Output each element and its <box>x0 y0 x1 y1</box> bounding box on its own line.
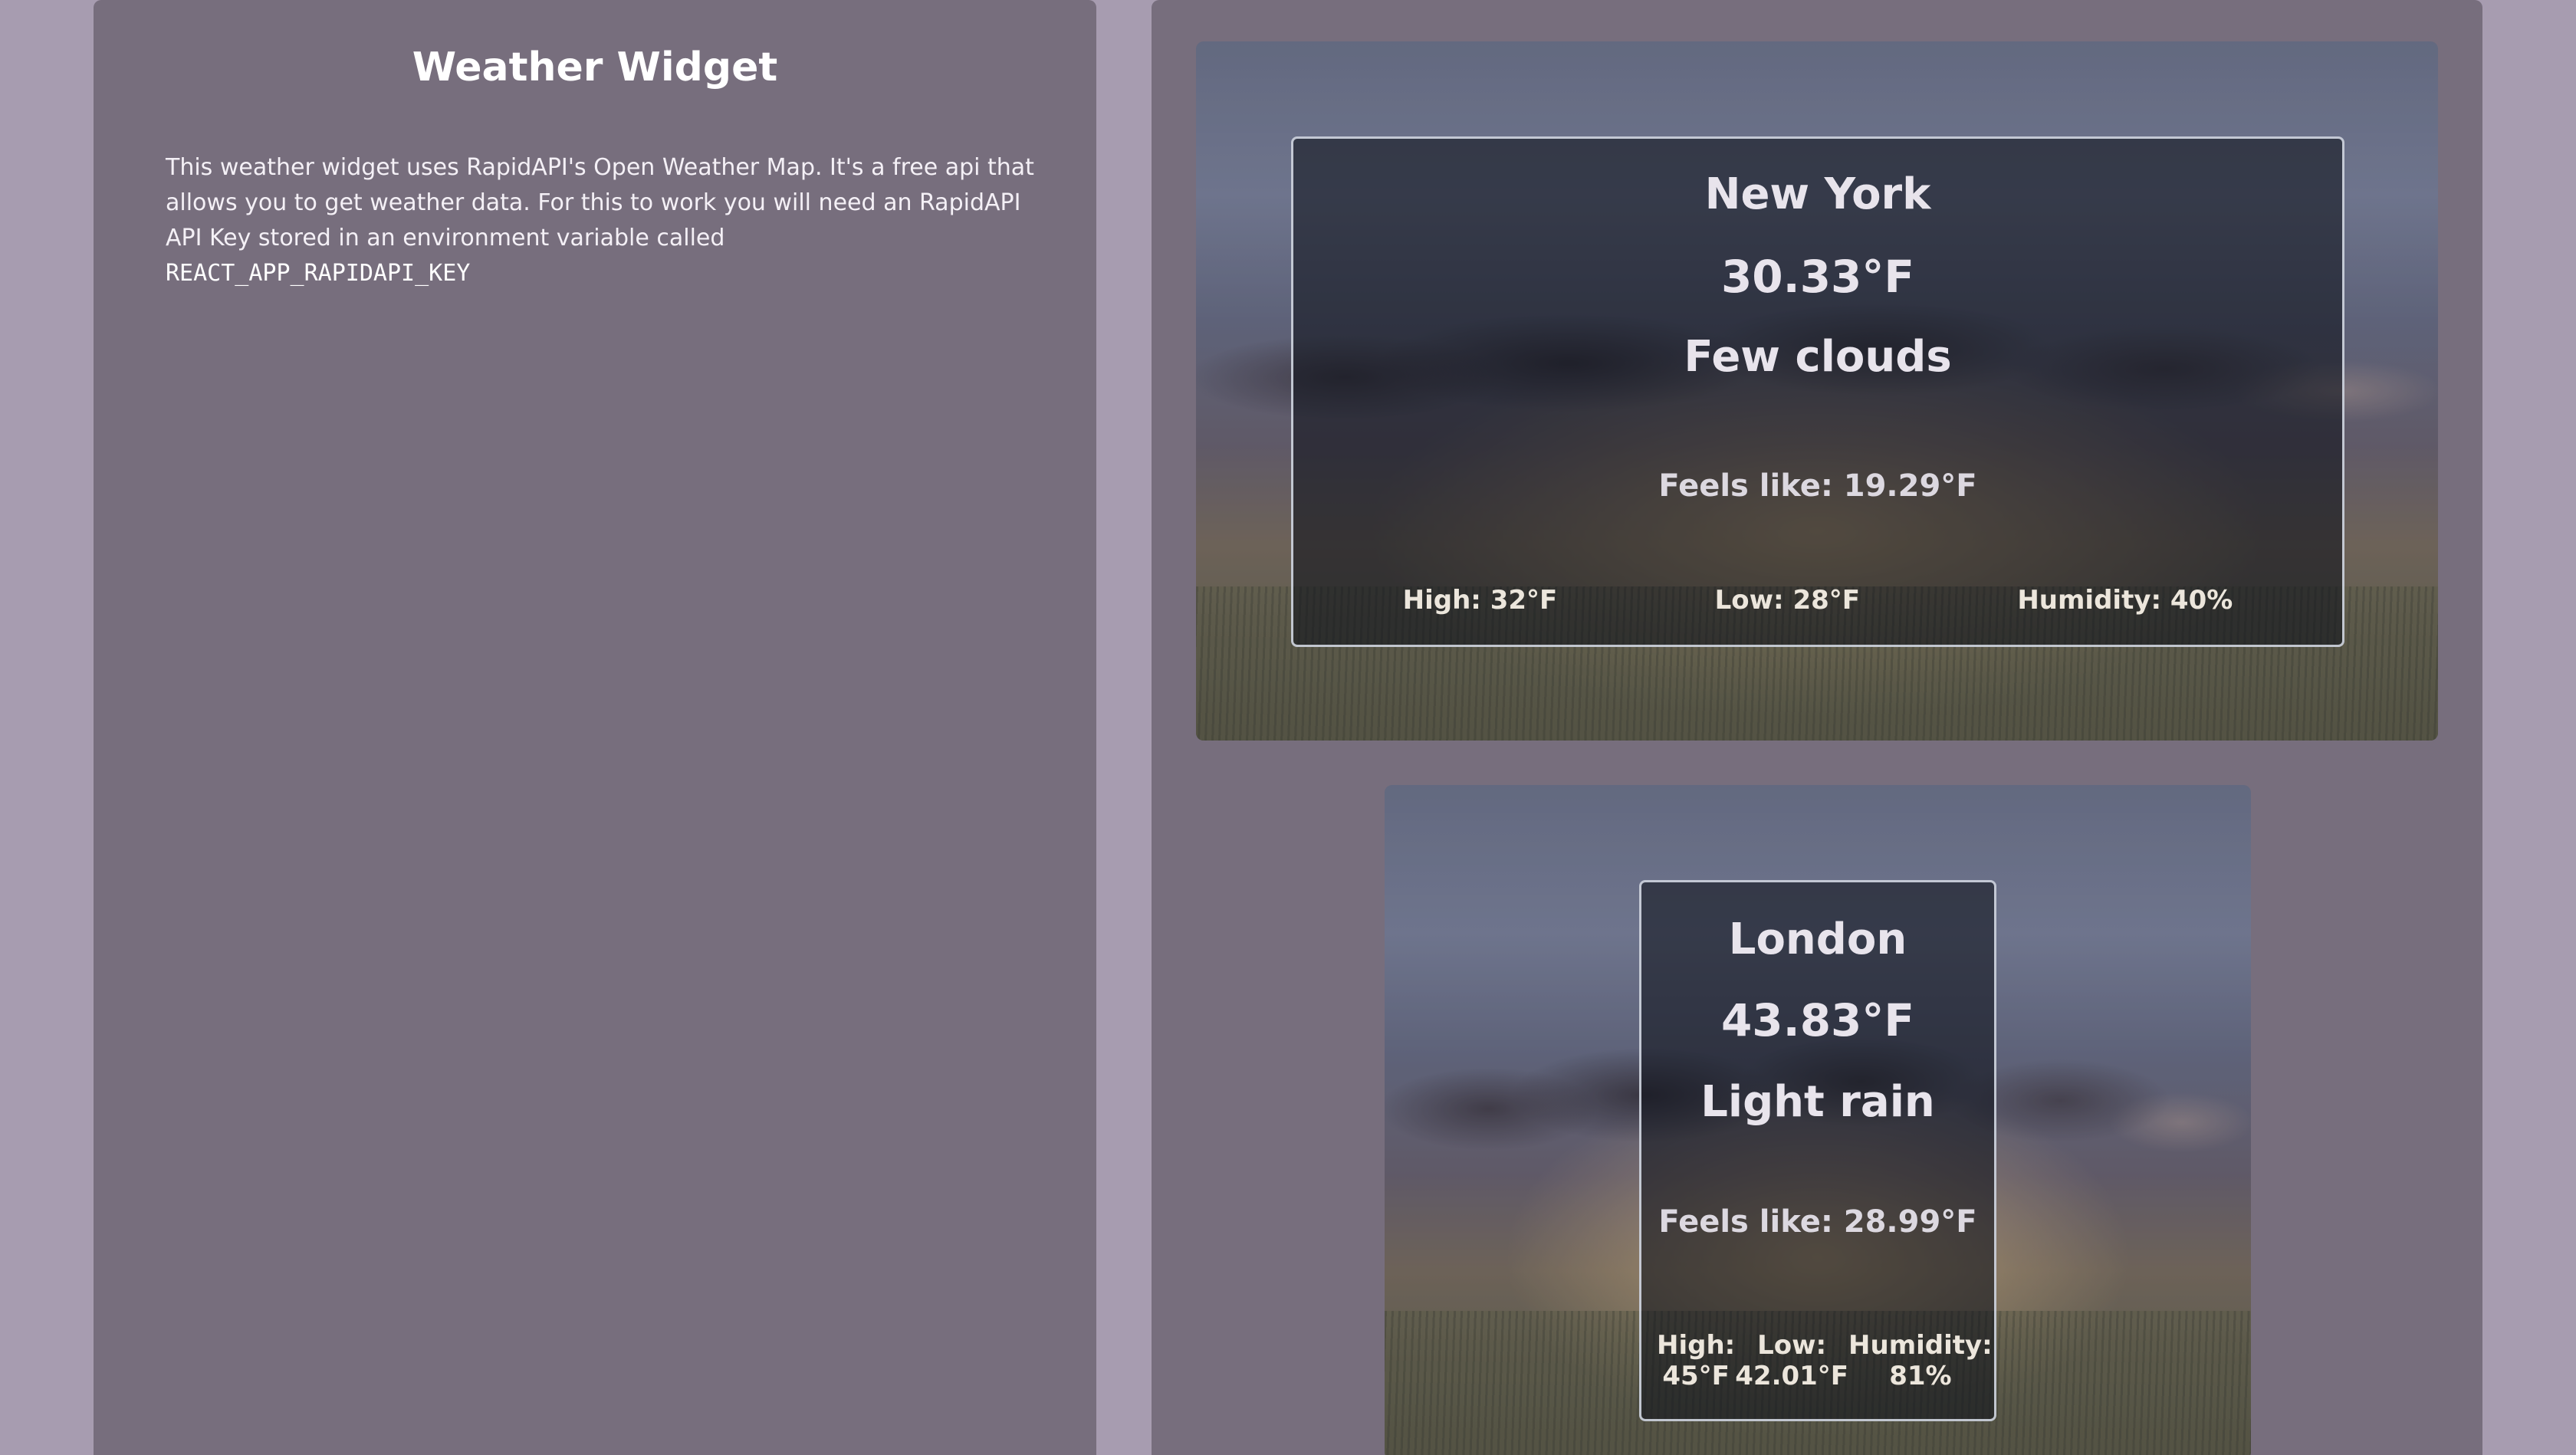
humidity: Humidity: 81% <box>1848 1330 1993 1391</box>
weather-condition: Few clouds <box>1684 332 1952 382</box>
high-temperature: High: 32°F <box>1402 585 1558 616</box>
humidity-label: Humidity: <box>1848 1330 1993 1361</box>
weather-stats: High: 45°F Low: 42.01°F Humidity: 81% <box>1641 1330 1994 1391</box>
weather-panel: New York 30.33°F Few clouds Feels like: … <box>1152 0 2482 1455</box>
weather-stats: High: 32°F Low: 28°F Humidity: 40% <box>1293 585 2342 616</box>
city-name: London <box>1728 915 1907 964</box>
feels-like: Feels like: 19.29°F <box>1658 468 1977 504</box>
weather-background-image-new-york: New York 30.33°F Few clouds Feels like: … <box>1196 41 2438 741</box>
env-var-name: REACT_APP_RAPIDAPI_KEY <box>166 260 471 287</box>
page-title: Weather Widget <box>412 44 778 90</box>
feels-like: Feels like: 28.99°F <box>1658 1204 1977 1240</box>
high-value: 45°F <box>1662 1361 1730 1391</box>
low-temperature: Low: 28°F <box>1714 585 1861 616</box>
low-value: 42.01°F <box>1735 1361 1849 1391</box>
description-text: This weather widget uses RapidAPI's Open… <box>166 154 1034 251</box>
low-label: Low: <box>1757 1330 1827 1361</box>
temperature: 43.83°F <box>1720 994 1915 1046</box>
weather-background-image-london: London 43.83°F Light rain Feels like: 28… <box>1385 785 2251 1455</box>
weather-condition: Light rain <box>1700 1077 1935 1127</box>
city-name: New York <box>1704 169 1931 219</box>
humidity: Humidity: 40% <box>2017 585 2233 616</box>
humidity-value: 81% <box>1889 1361 1952 1391</box>
temperature: 30.33°F <box>1720 251 1915 303</box>
high-label: High: <box>1657 1330 1736 1361</box>
low-temperature: Low: 42.01°F <box>1735 1330 1848 1391</box>
widget-description: This weather widget uses RapidAPI's Open… <box>166 150 1047 291</box>
info-panel: Weather Widget This weather widget uses … <box>94 0 1096 1455</box>
weather-card-london: London 43.83°F Light rain Feels like: 28… <box>1639 880 1996 1421</box>
weather-card-new-york: New York 30.33°F Few clouds Feels like: … <box>1291 136 2344 647</box>
high-temperature: High: 45°F <box>1657 1330 1735 1391</box>
